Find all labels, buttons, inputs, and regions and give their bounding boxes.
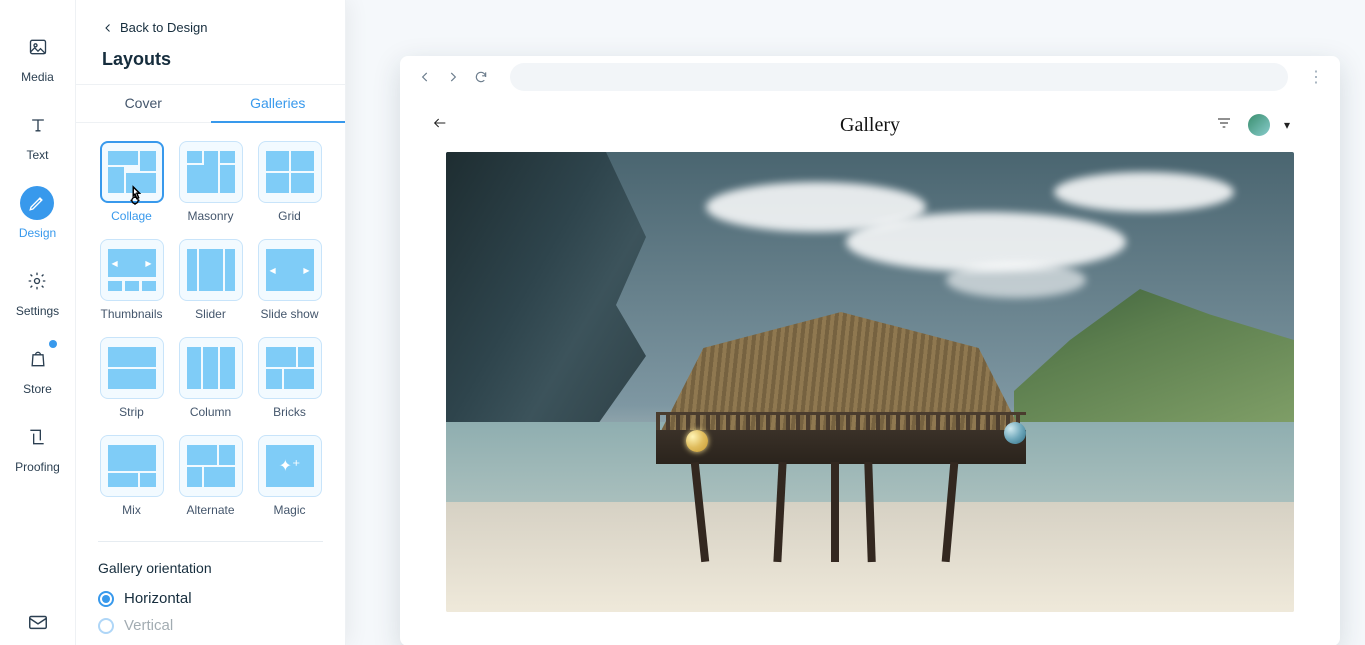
rail-bottom: [21, 605, 55, 639]
layout-magic[interactable]: ✦⁺ Magic: [256, 435, 323, 517]
layout-thumbnails[interactable]: ◀▶ Thumbnails: [98, 239, 165, 321]
page-header: Gallery ▾: [400, 98, 1340, 152]
bag-icon: [21, 342, 55, 376]
layout-column[interactable]: Column: [177, 337, 244, 419]
layouts-panel: Back to Design Layouts Cover Galleries: [76, 0, 346, 645]
browser-url-bar[interactable]: [510, 63, 1288, 91]
orientation-vertical[interactable]: Vertical: [98, 617, 323, 634]
layout-grid: Collage Masonry Grid ◀▶ Thumbnails Slide…: [98, 141, 323, 517]
browser-more-button[interactable]: ⋮: [1308, 67, 1324, 87]
browser-back-button[interactable]: [416, 68, 434, 86]
chevron-down-icon[interactable]: ▾: [1284, 118, 1290, 132]
mail-icon[interactable]: [21, 605, 55, 639]
layout-masonry[interactable]: Masonry: [177, 141, 244, 223]
layout-label: Strip: [119, 405, 144, 419]
layout-label: Masonry: [187, 209, 233, 223]
layout-label: Thumbnails: [100, 307, 162, 321]
filter-icon[interactable]: [1214, 115, 1234, 136]
rail-item-text[interactable]: Text: [21, 108, 55, 162]
left-nav-rail: Media Text Design Settings Store: [0, 0, 76, 645]
chevron-left-icon: [102, 22, 114, 34]
layout-slideshow[interactable]: ◀▶ Slide show: [256, 239, 323, 321]
preview-browser: ⋮ Gallery ▾: [400, 56, 1340, 645]
separator: [98, 541, 323, 542]
layout-grid[interactable]: Grid: [256, 141, 323, 223]
rail-item-store[interactable]: Store: [21, 342, 55, 396]
browser-forward-button[interactable]: [444, 68, 462, 86]
image-icon: [21, 30, 55, 64]
text-icon: [21, 108, 55, 142]
avatar[interactable]: [1248, 114, 1270, 136]
layout-label: Slider: [195, 307, 226, 321]
layout-mix[interactable]: Mix: [98, 435, 165, 517]
panel-title: Layouts: [102, 49, 319, 70]
panel-tabs: Cover Galleries: [76, 84, 345, 123]
layout-collage[interactable]: Collage: [98, 141, 165, 223]
back-label: Back to Design: [120, 20, 207, 35]
pencil-icon: [20, 186, 54, 220]
rail-item-label: Settings: [16, 304, 59, 318]
orientation-label: Vertical: [124, 617, 173, 634]
layout-bricks[interactable]: Bricks: [256, 337, 323, 419]
browser-toolbar: ⋮: [400, 56, 1340, 98]
rail-item-label: Media: [21, 70, 54, 84]
back-to-design-link[interactable]: Back to Design: [102, 20, 319, 35]
gallery-hero-image: [446, 152, 1294, 612]
rail-item-label: Proofing: [15, 460, 60, 474]
layout-label: Mix: [122, 503, 141, 517]
rail-item-design[interactable]: Design: [19, 186, 56, 240]
rail-item-label: Store: [23, 382, 52, 396]
rail-item-media[interactable]: Media: [21, 30, 55, 84]
tab-cover[interactable]: Cover: [76, 85, 211, 122]
layout-label: Alternate: [186, 503, 234, 517]
crop-icon: [20, 420, 54, 454]
layout-alternate[interactable]: Alternate: [177, 435, 244, 517]
rail-item-label: Text: [26, 148, 48, 162]
layout-label: Grid: [278, 209, 301, 223]
layout-label: Column: [190, 405, 231, 419]
rail-item-settings[interactable]: Settings: [16, 264, 59, 318]
rail-item-label: Design: [19, 226, 56, 240]
browser-refresh-button[interactable]: [472, 68, 490, 86]
page-back-button[interactable]: [430, 115, 450, 136]
orientation-title: Gallery orientation: [98, 560, 323, 576]
preview-canvas: ⋮ Gallery ▾: [346, 0, 1365, 645]
layout-label: Collage: [111, 209, 152, 223]
layout-label: Magic: [273, 503, 305, 517]
radio-off-icon: [98, 618, 114, 634]
radio-on-icon: [98, 591, 114, 607]
page-title: Gallery: [840, 114, 900, 137]
gear-icon: [20, 264, 54, 298]
notification-dot: [49, 340, 57, 348]
layout-label: Bricks: [273, 405, 306, 419]
layout-slider[interactable]: Slider: [177, 239, 244, 321]
layout-label: Slide show: [260, 307, 318, 321]
orientation-horizontal[interactable]: Horizontal: [98, 590, 323, 607]
tab-galleries[interactable]: Galleries: [211, 85, 346, 123]
orientation-label: Horizontal: [124, 590, 192, 607]
rail-item-proofing[interactable]: Proofing: [15, 420, 60, 474]
layout-strip[interactable]: Strip: [98, 337, 165, 419]
